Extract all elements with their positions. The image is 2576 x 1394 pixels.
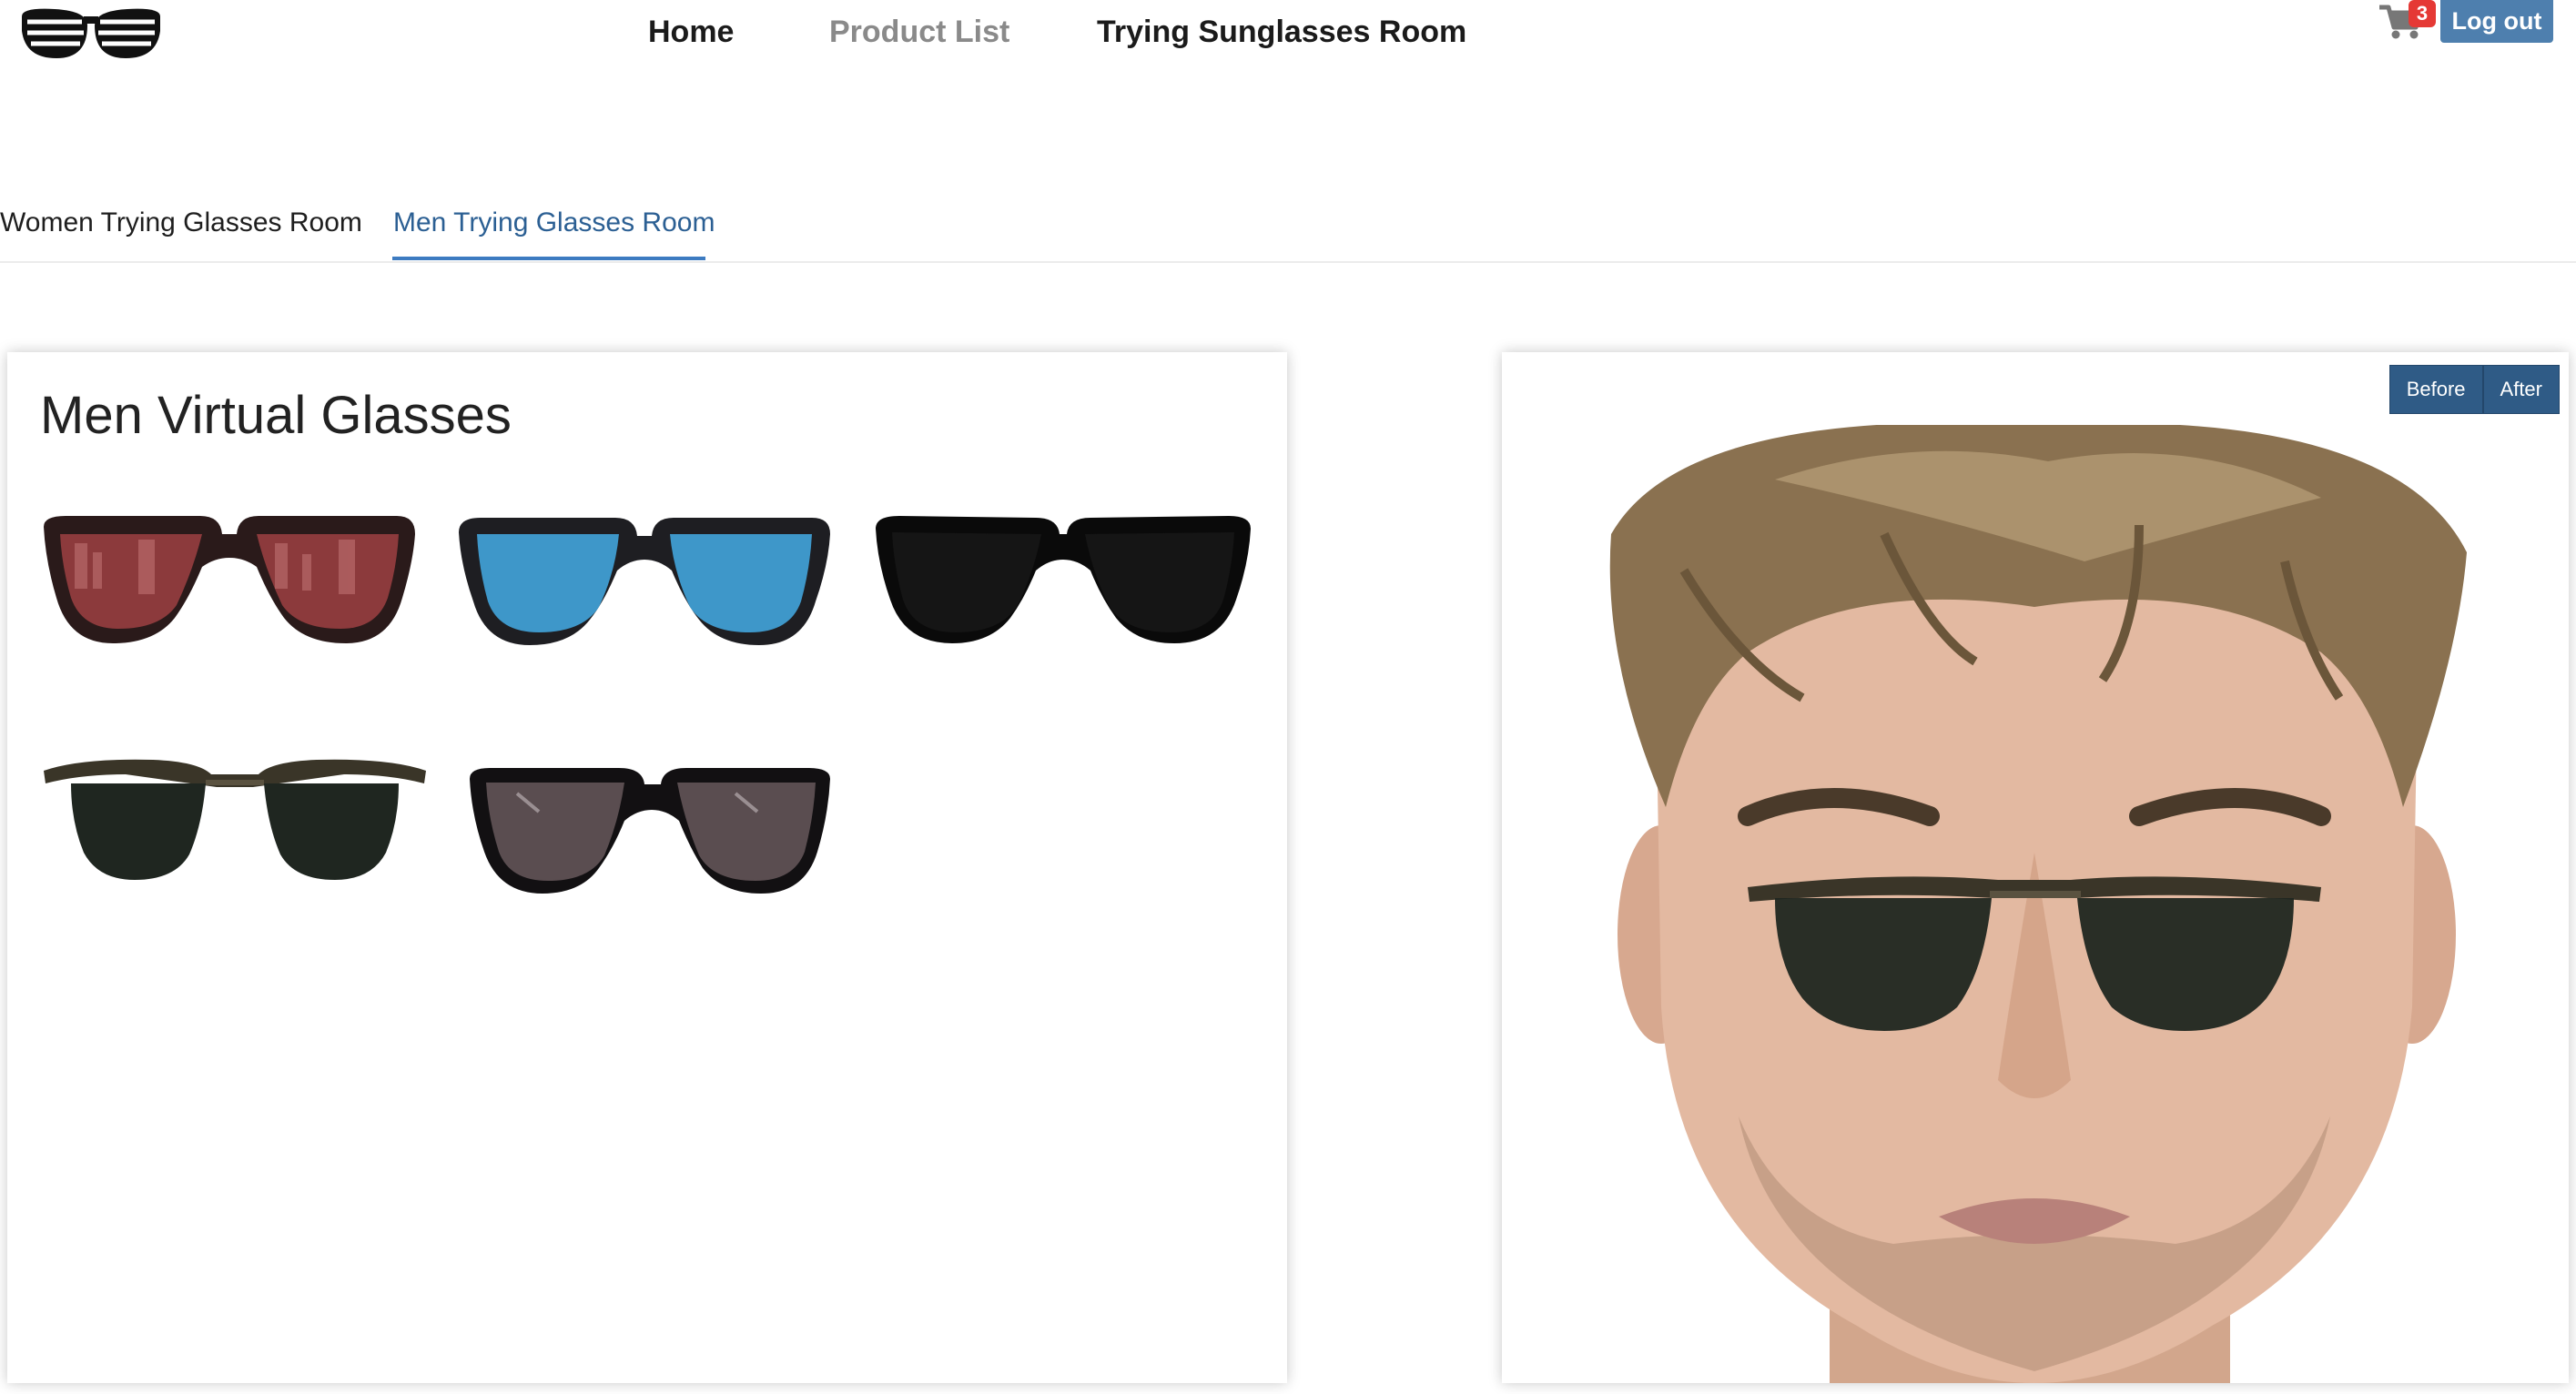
before-after-toggle: Before After xyxy=(2388,365,2560,414)
face-photo-with-glasses xyxy=(1502,425,2569,1383)
gallery-title: Men Virtual Glasses xyxy=(40,386,512,445)
cart-count-badge: 3 xyxy=(2409,0,2436,27)
try-on-preview-panel: Before After xyxy=(1502,352,2569,1383)
tab-men-trying-room[interactable]: Men Trying Glasses Room xyxy=(393,207,715,238)
active-tab-indicator xyxy=(392,257,705,260)
tabs-divider xyxy=(0,261,2576,263)
glasses-option-black-wayfarer[interactable] xyxy=(872,505,1254,660)
nav-trying-room-link[interactable]: Trying Sunglasses Room xyxy=(1097,15,1466,50)
nav-product-list-link[interactable]: Product List xyxy=(829,15,1009,50)
glasses-option-blue-wayfarer[interactable] xyxy=(453,507,836,662)
glasses-option-red-wayfarer[interactable] xyxy=(38,507,421,662)
before-button[interactable]: Before xyxy=(2388,365,2483,414)
after-button[interactable]: After xyxy=(2482,365,2560,414)
nav-home-link[interactable]: Home xyxy=(648,15,734,50)
sunglasses-logo-icon[interactable] xyxy=(18,4,164,62)
glasses-option-grey-wayfarer[interactable] xyxy=(462,757,845,912)
logout-button[interactable]: Log out xyxy=(2440,0,2553,43)
glasses-option-clubmaster[interactable] xyxy=(44,753,426,907)
glasses-gallery-panel: Men Virtual Glasses xyxy=(7,352,1287,1383)
tab-women-trying-room[interactable]: Women Trying Glasses Room xyxy=(0,207,362,238)
